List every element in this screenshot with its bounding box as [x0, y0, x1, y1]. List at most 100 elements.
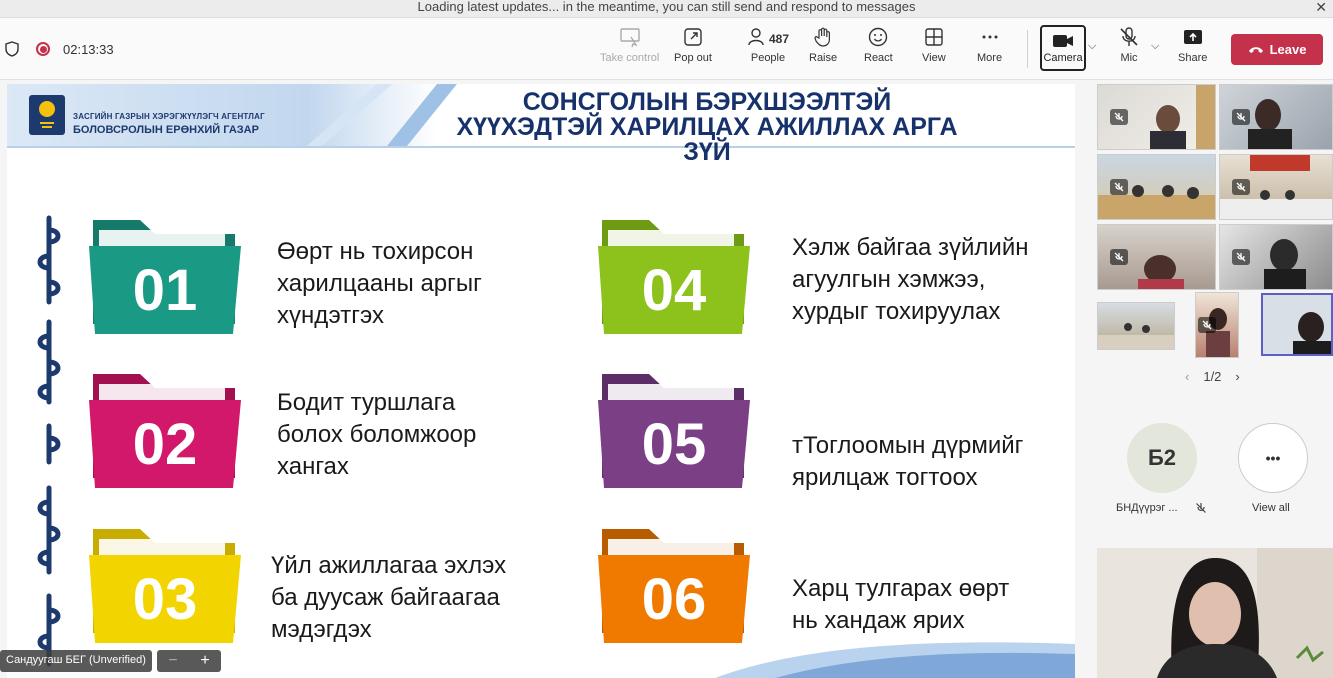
participant-video: [1098, 323, 1174, 349]
mic-button[interactable]: Mic: [1118, 26, 1140, 74]
zoom-controls: − +: [157, 650, 221, 672]
participant-name: БНДүүрэг ...: [1116, 502, 1178, 514]
view-label: View: [922, 52, 946, 64]
participant-video-tile[interactable]: [1195, 292, 1239, 358]
item-06-text: Харц тулгарах өөрт нь хандаж ярих: [792, 573, 1009, 637]
item-02-line-2: болох боломжоор: [277, 421, 477, 448]
item-03-line-1: Үйл ажиллагаа эхлэх: [271, 552, 507, 579]
item-01-line-3: хүндэтгэх: [277, 302, 384, 329]
react-button[interactable]: React: [864, 26, 893, 74]
item-03-text: Үйл ажиллагаа эхлэх ба дуусаж байгаагаа …: [271, 550, 506, 646]
chevron-left-icon[interactable]: ‹: [1185, 369, 1189, 384]
slide-title-line-3: ЗҮЙ: [683, 138, 731, 166]
grid-icon: [925, 28, 943, 46]
mic-off-icon: [1110, 179, 1128, 195]
mic-off-icon: [1110, 109, 1128, 125]
participant-video-tile[interactable]: [1097, 224, 1216, 290]
slide-title-line-1: СОНСГОЛЫН БЭРХШЭЭЛТЭЙ: [522, 88, 892, 116]
pop-out-label: Pop out: [674, 52, 712, 64]
view-all-label: View all: [1252, 502, 1290, 514]
item-04-line-1: Хэлж байгаа зүйлийн: [792, 234, 1029, 261]
meeting-timer: 02:13:33: [63, 42, 114, 57]
folder-03-number: 03: [133, 567, 198, 632]
item-02-line-3: хангах: [277, 453, 349, 480]
close-icon[interactable]: ✕: [1315, 0, 1327, 14]
item-01-line-1: Өөрт нь тохирсон: [277, 238, 474, 265]
participant-avatar[interactable]: Б2: [1127, 423, 1197, 493]
participant-video-tile[interactable]: [1097, 154, 1216, 220]
mic-off-icon: [1196, 503, 1206, 513]
mongolian-script-decoration: [37, 215, 61, 667]
item-05-line-1: тТоглоомын дүрмийг: [792, 432, 1024, 459]
people-icon: [748, 28, 764, 46]
mic-off-icon: [1232, 109, 1250, 125]
item-02-line-1: Бодит туршлага: [277, 389, 456, 416]
view-button[interactable]: View: [922, 26, 946, 74]
item-06-line-2: нь хандаж ярих: [792, 607, 965, 634]
participant-video-tile[interactable]: [1219, 224, 1333, 290]
mic-off-icon: [1232, 179, 1250, 195]
share-button[interactable]: Share: [1178, 26, 1207, 74]
pager-text: 1/2: [1203, 369, 1222, 384]
mic-off-icon: [1198, 317, 1216, 333]
smile-icon: [869, 27, 888, 47]
slide-title-line-2: ХҮҮХЭДТЭЙ ХАРИЛЦАХ АЖИЛЛАХ АРГА: [456, 113, 958, 141]
participant-video-tile[interactable]: [1219, 154, 1333, 220]
presenter-video[interactable]: [1097, 548, 1333, 678]
folder-03-icon: 03: [89, 529, 241, 643]
folder-02-number: 02: [133, 412, 198, 477]
item-06-line-1: Харц тулгарах өөрт: [792, 575, 1010, 602]
shared-slide: ЗАСГИЙН ГАЗРЫН ХЭРЭГЖҮҮЛЭГЧ АГЕНТЛАГ БОЛ…: [7, 84, 1075, 678]
hand-icon: [814, 27, 831, 47]
share-icon: [1183, 30, 1202, 44]
item-04-text: Хэлж байгаа зүйлийн агуулгын хэмжээ, хур…: [792, 232, 1028, 328]
org-line-2: БОЛОВСРОЛЫН ЕРӨНХИЙ ГАЗАР: [73, 124, 259, 136]
chevron-right-icon[interactable]: ›: [1235, 369, 1239, 384]
more-button[interactable]: More: [977, 26, 1002, 74]
participant-video-tile-active[interactable]: [1261, 293, 1333, 356]
take-control-label: Take control: [600, 52, 660, 64]
presenter-name-tag: Сандуугаш БЕГ (Unverified): [0, 650, 152, 672]
item-03-line-3: мэдэгдэх: [271, 616, 372, 643]
leave-label: Leave: [1269, 42, 1307, 57]
share-label: Share: [1178, 52, 1208, 64]
participant-video-tile[interactable]: [1097, 302, 1175, 350]
folder-06-number: 06: [642, 567, 707, 632]
leave-button[interactable]: Leave: [1231, 34, 1323, 65]
mic-off-icon: [1120, 27, 1138, 46]
people-button[interactable]: 487 People: [748, 26, 789, 74]
take-control-button[interactable]: Take control: [600, 26, 659, 74]
folder-01-number: 01: [133, 258, 198, 323]
participant-video-tile[interactable]: [1097, 84, 1216, 150]
presenter-video-frame: [1097, 548, 1333, 678]
zoom-in-button[interactable]: +: [200, 652, 209, 670]
view-all-button[interactable]: •••: [1238, 423, 1308, 493]
item-01-text: Өөрт нь тохирсон харилцааны аргыг хүндэт…: [277, 236, 482, 332]
camera-button[interactable]: Camera: [1040, 25, 1086, 71]
org-line-1: ЗАСГИЙН ГАЗРЫН ХЭРЭГЖҮҮЛЭГЧ АГЕНТЛАГ: [73, 112, 265, 121]
folder-01-icon: 01: [89, 220, 241, 334]
pop-out-icon: [684, 28, 702, 46]
folder-05-icon: 05: [598, 374, 750, 488]
item-01-line-2: харилцааны аргыг: [277, 270, 482, 297]
mic-options-chevron-icon[interactable]: ⌵: [1151, 40, 1159, 53]
zoom-out-button[interactable]: −: [168, 652, 177, 670]
more-icon: [982, 35, 998, 39]
camera-label: Camera: [1043, 52, 1083, 64]
camera-options-chevron-icon[interactable]: ⌵: [1088, 40, 1096, 53]
update-banner-text: Loading latest updates... in the meantim…: [417, 0, 916, 14]
item-05-line-2: ярилцаж тогтоох: [792, 464, 978, 491]
item-05-text: тТоглоомын дүрмийг ярилцаж тогтоох: [792, 430, 1023, 494]
take-control-icon: [619, 28, 640, 48]
raise-hand-button[interactable]: Raise: [809, 26, 837, 74]
phone-hangup-icon: [1248, 46, 1263, 53]
mongolia-emblem-icon: [29, 95, 65, 135]
participant-pager: ‹ 1/2 ›: [1185, 369, 1255, 384]
bottom-wave-decoration: [715, 642, 1075, 678]
mic-label: Mic: [1120, 52, 1138, 64]
participant-video-tile[interactable]: [1219, 84, 1333, 150]
camera-icon: [1053, 35, 1073, 47]
item-03-line-2: ба дуусаж байгаагаа: [271, 584, 500, 611]
folder-04-icon: 04: [598, 220, 750, 334]
pop-out-button[interactable]: Pop out: [674, 26, 712, 74]
